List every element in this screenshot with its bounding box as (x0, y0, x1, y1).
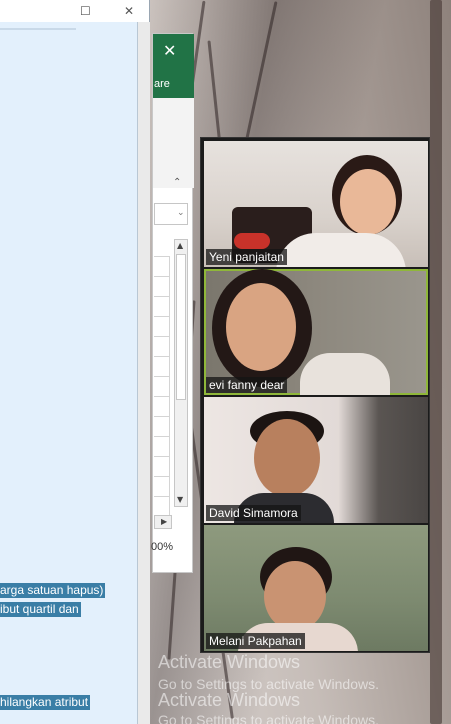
zoom-level[interactable]: 00% (151, 541, 173, 553)
collapse-ribbon-icon[interactable]: ⌃ (173, 177, 181, 188)
maximize-icon[interactable]: ☐ (80, 4, 91, 18)
horizontal-scrollbar[interactable]: ▶ (154, 515, 172, 529)
highlighted-text-3: hilangkan atribut (0, 695, 91, 710)
name-box[interactable]: ⌄ (154, 203, 188, 225)
document-titlebar: ☐ ✕ (0, 0, 149, 22)
participant-tile[interactable]: Melani Pakpahan (204, 525, 428, 651)
pillow (234, 233, 270, 249)
participant-shirt (276, 233, 406, 267)
watermark-title: Activate Windows (158, 690, 301, 710)
participant-tile-active[interactable]: evi fanny dear (204, 269, 428, 395)
scroll-up-icon[interactable]: ▲ (177, 241, 183, 250)
participant-name: Yeni panjaitan (206, 249, 287, 265)
participant-shirt (300, 353, 390, 395)
document-topline (0, 28, 76, 30)
close-icon[interactable]: ✕ (124, 4, 134, 18)
watermark-subtitle: Go to Settings to activate Windows. (158, 712, 379, 724)
excel-ribbon (153, 98, 194, 188)
participant-name: evi fanny dear (206, 377, 288, 393)
scroll-thumb[interactable] (176, 254, 186, 400)
highlighted-text-1: arga satuan hapus) (0, 583, 106, 598)
participant-face (254, 419, 320, 497)
video-gallery: Yeni panjaitan evi fanny dear David Sima… (200, 137, 430, 653)
excel-window: ✕ are ⌃ ⌄ ▲ ▼ ▶ 00% (151, 33, 194, 573)
close-icon[interactable]: ✕ (163, 41, 176, 60)
spreadsheet-grid[interactable] (154, 256, 170, 516)
document-scrollbar[interactable] (138, 22, 150, 724)
participant-face (340, 169, 396, 235)
document-window: ☐ ✕ arga satuan hapus) ibut quartil dan … (0, 0, 150, 724)
vertical-scrollbar[interactable]: ▲ ▼ (174, 239, 188, 507)
scroll-right-icon[interactable]: ▶ (161, 517, 167, 526)
watermark-title: Activate Windows (158, 652, 301, 672)
document-page[interactable]: arga satuan hapus) ibut quartil dan hila… (0, 22, 138, 724)
excel-titlebar: ✕ are (153, 34, 194, 98)
participant-name: David Simamora (206, 505, 301, 521)
highlighted-text-2: ibut quartil dan (0, 602, 81, 617)
participant-tile[interactable]: David Simamora (204, 397, 428, 523)
participant-tile[interactable]: Yeni panjaitan (204, 141, 428, 267)
scroll-down-icon[interactable]: ▼ (177, 495, 183, 504)
participant-face (226, 283, 296, 371)
participant-face (264, 561, 326, 631)
chevron-down-icon[interactable]: ⌄ (177, 208, 185, 218)
share-button[interactable]: are (154, 78, 170, 90)
participant-name: Melani Pakpahan (206, 633, 305, 649)
